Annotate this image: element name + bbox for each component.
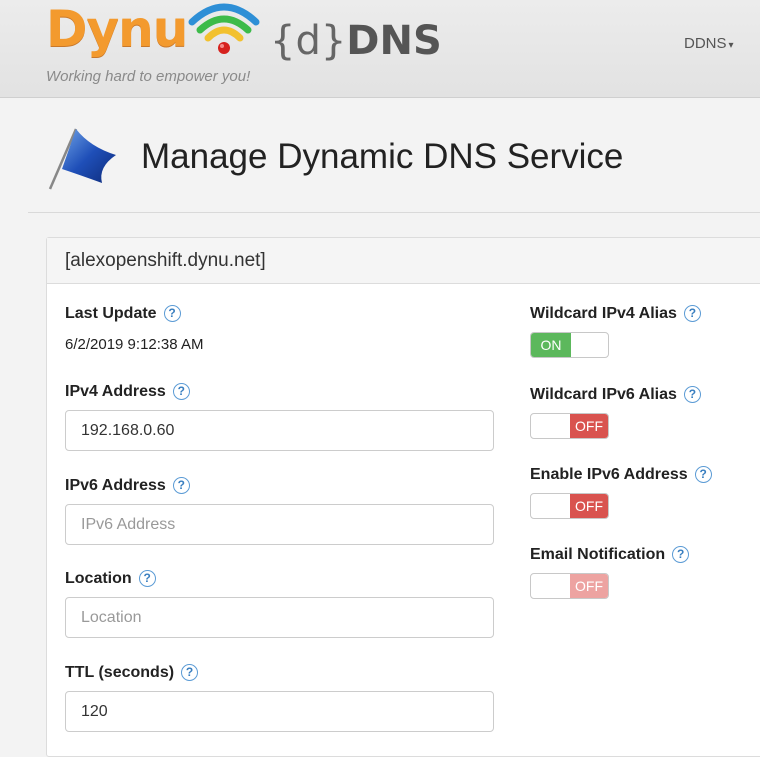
top-header: Dynu {d}DNS Working hard to empower you!… [0,0,760,98]
help-icon[interactable]: ? [172,477,190,494]
help-icon[interactable]: ? [138,570,156,587]
ipv6-address-input[interactable] [65,504,494,545]
enable-ipv6-address-toggle[interactable]: OFF [530,493,609,519]
wildcard-ipv6-alias-label: Wildcard IPv6 Alias? [530,386,701,404]
help-icon[interactable]: ? [163,305,181,322]
last-update-label: Last Update? [65,305,181,323]
enable-ipv6-address-label: Enable IPv6 Address? [530,466,712,484]
help-icon[interactable]: ? [694,466,712,483]
toggle-state-off: OFF [570,574,608,598]
help-icon[interactable]: ? [683,305,701,322]
divider [28,212,760,213]
tagline: Working hard to empower you! [46,68,251,85]
location-input[interactable] [65,597,494,638]
toggle-state-off: OFF [570,494,608,518]
wifi-signal-icon [188,3,260,54]
nav-ddns-label: DDNS [684,35,727,52]
ttl-label: TTL (seconds)? [65,664,199,682]
help-icon[interactable]: ? [683,386,701,403]
wildcard-ipv4-alias-toggle[interactable]: ON [530,332,609,358]
chevron-down-icon: ▾ [728,40,734,51]
ipv6-address-label: IPv6 Address? [65,477,190,495]
ipv4-address-label: IPv4 Address? [65,383,190,401]
wildcard-ipv4-alias-label: Wildcard IPv4 Alias? [530,305,701,323]
location-label: Location? [65,570,156,588]
panel-heading: [alexopenshift.dynu.net] [47,238,760,284]
toggle-state-off: OFF [570,414,608,438]
brand-ddns: {d}DNS [270,18,442,64]
help-icon[interactable]: ? [672,546,690,563]
page-title-area: Manage Dynamic DNS Service [0,99,760,213]
flag-icon [48,128,116,190]
wildcard-ipv6-alias-toggle[interactable]: OFF [530,413,609,439]
ttl-input[interactable] [65,691,494,732]
nav-ddns-dropdown[interactable]: DDNS ▾ [684,35,734,52]
last-update-value: 6/2/2019 9:12:38 AM [65,336,204,353]
page-title: Manage Dynamic DNS Service [141,137,624,176]
ddns-service-panel: [alexopenshift.dynu.net] Last Update? 6/… [46,237,760,757]
help-icon[interactable]: ? [172,383,190,400]
email-notification-label: Email Notification? [530,546,690,564]
toggle-state-on: ON [531,333,571,357]
logo-text[interactable]: Dynu [46,0,188,58]
email-notification-toggle[interactable]: OFF [530,573,609,599]
ipv4-address-input[interactable] [65,410,494,451]
help-icon[interactable]: ? [181,664,199,681]
